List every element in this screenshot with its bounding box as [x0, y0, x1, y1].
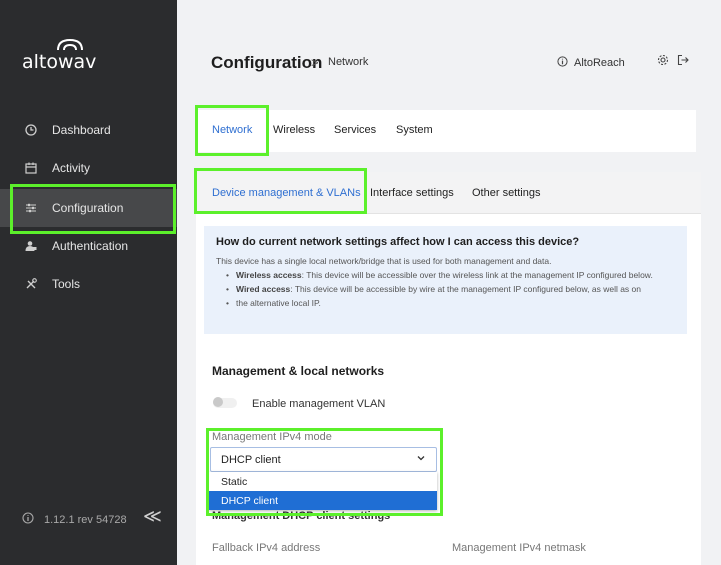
info-bullet-wireless: Wireless access: This device will be acc… — [216, 268, 675, 282]
breadcrumb-current[interactable]: Network — [328, 56, 368, 68]
netmask-label: Management IPv4 netmask — [452, 542, 586, 554]
sidebar-item-activity[interactable]: Activity — [0, 149, 177, 187]
info-bullet-wired-cont: the alternative local IP. — [216, 296, 675, 310]
clock-icon — [24, 123, 38, 137]
info-icon — [22, 512, 34, 527]
svg-text:altowav: altowav — [22, 51, 96, 73]
sidebar-item-dashboard[interactable]: Dashboard — [0, 111, 177, 149]
vlan-toggle-knob[interactable] — [213, 397, 223, 407]
info-text: This device has a single local network/b… — [216, 256, 552, 266]
tab-interface-settings[interactable]: Interface settings — [370, 187, 454, 199]
highlight-configuration — [10, 184, 176, 234]
top-tabs: Network Wireless Services System — [196, 110, 696, 152]
page-title: Configuration — [211, 53, 323, 72]
user-lock-icon — [24, 239, 38, 253]
fallback-ipv4-label: Fallback IPv4 address — [212, 542, 321, 554]
highlight-device-management-tab — [194, 168, 367, 214]
collapse-sidebar-icon[interactable]: ≪ — [143, 506, 162, 527]
sidebar-item-label: Activity — [52, 161, 91, 175]
tab-wireless[interactable]: Wireless — [273, 124, 315, 136]
highlight-network-tab — [195, 105, 269, 156]
calendar-icon — [24, 161, 38, 175]
tools-icon — [24, 277, 38, 291]
logout-icon[interactable] — [677, 54, 689, 69]
gear-icon[interactable] — [657, 54, 669, 69]
tab-services[interactable]: Services — [334, 124, 376, 136]
user-menu[interactable]: AltoReach — [557, 56, 625, 70]
sidebar-item-label: Authentication — [52, 239, 129, 253]
info-icon — [557, 56, 568, 70]
breadcrumb-separator: > — [311, 55, 319, 70]
version-info: 1.12.1 rev 54728 — [22, 512, 127, 527]
sidebar: altowav Dashboard Activity Configuration… — [0, 0, 177, 565]
header: Configuration > Network AltoReach — [177, 0, 721, 104]
tab-system[interactable]: System — [396, 124, 433, 136]
sidebar-item-label: Dashboard — [52, 123, 111, 137]
tab-other-settings[interactable]: Other settings — [472, 187, 540, 199]
sidebar-item-label: Tools — [52, 277, 81, 291]
vlan-toggle-label: Enable management VLAN — [252, 398, 386, 410]
section-title: Management & local networks — [212, 364, 385, 378]
altowav-logo: altowav — [22, 38, 96, 73]
highlight-ipv4-mode — [206, 428, 443, 516]
user-name: AltoReach — [574, 57, 625, 69]
info-box: How do current network settings affect h… — [204, 226, 687, 334]
info-title: How do current network settings affect h… — [216, 236, 580, 248]
version-text: 1.12.1 rev 54728 — [44, 513, 127, 526]
info-bullet-wired: Wired access: This device will be access… — [216, 282, 675, 296]
sidebar-item-tools[interactable]: Tools — [0, 265, 177, 303]
